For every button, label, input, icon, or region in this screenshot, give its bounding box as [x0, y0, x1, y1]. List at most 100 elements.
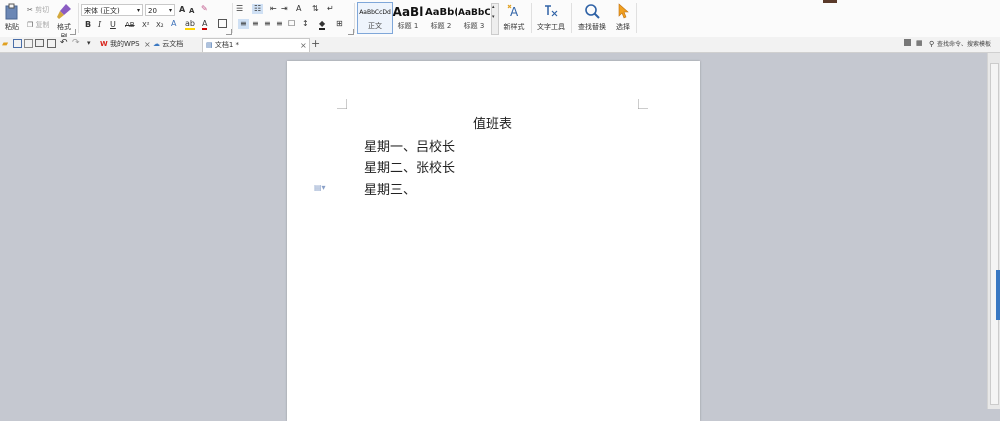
copy-button[interactable]: ❐ 复制	[27, 20, 50, 30]
tab-my-wps[interactable]: W 我的WPS ×	[97, 38, 152, 51]
open-folder-icon[interactable]: ▰	[2, 39, 11, 48]
align-center-button[interactable]: ≡	[252, 19, 259, 29]
style-sample: AaBl	[392, 5, 424, 19]
justify-button[interactable]: ≡	[276, 19, 283, 29]
text-tools-label: 文字工具	[537, 23, 565, 31]
bullet-list-icon: ☰	[236, 4, 244, 13]
add-tab-button[interactable]: +	[311, 37, 320, 51]
document-line[interactable]: 星期一、吕校长	[364, 136, 455, 155]
align-left-button[interactable]: ≡	[238, 19, 249, 29]
style-name: 标题 1	[397, 22, 419, 30]
show-marks-button[interactable]: ↵	[327, 4, 334, 14]
clear-format-button[interactable]: ✎	[201, 4, 208, 14]
save-icon[interactable]	[13, 39, 22, 48]
decrease-indent-button[interactable]: ⇤	[270, 4, 277, 14]
eraser-icon: ✎	[201, 4, 208, 13]
tab-document1[interactable]: ▤ 文档1 * ×	[202, 38, 310, 52]
find-replace-label: 查找替换	[578, 23, 606, 31]
text-effect-button[interactable]: A	[171, 19, 176, 29]
align-left-icon: ≡	[240, 19, 247, 28]
document-tab-bar: ▰ ↶ ↷ ▾ W 我的WPS × ☁ 云文档 × ▤ 文档1 * × + ▦ …	[0, 37, 1000, 53]
increase-indent-icon: ⇥	[281, 4, 288, 13]
shading-button[interactable]: ◆	[319, 19, 326, 30]
document-page[interactable]: 值班表 星期一、吕校长 星期二、张校长 星期三、 ▤▾	[287, 61, 700, 421]
style-name: 标题 3	[463, 22, 485, 30]
style-name: 正文	[368, 22, 382, 30]
side-panel-toggle[interactable]	[996, 270, 1000, 320]
font-name-value: 宋体 (正文)	[84, 7, 120, 15]
document-line[interactable]: 星期二、张校长	[364, 157, 455, 176]
paragraph-handle-icon[interactable]: ▤▾	[314, 183, 326, 192]
document-line[interactable]: 星期三、	[364, 179, 416, 198]
borders-button[interactable]: ⊞	[336, 19, 343, 29]
bullet-list-button[interactable]: ☰	[236, 4, 243, 14]
subscript-button[interactable]: X₂	[156, 20, 164, 30]
distribute-button[interactable]: ☐	[288, 19, 295, 29]
font-name-select[interactable]: 宋体 (正文) ▾	[81, 4, 143, 16]
italic-button[interactable]: I	[98, 20, 101, 30]
increase-indent-button[interactable]: ⇥	[281, 4, 288, 14]
style-heading-1[interactable]: AaBl 标题 1	[392, 2, 424, 32]
close-icon[interactable]: ×	[300, 39, 307, 52]
line-spacing-button[interactable]: ↕	[302, 19, 309, 29]
svg-text:A: A	[510, 5, 519, 19]
decrease-indent-icon: ⇤	[270, 4, 277, 13]
feedback-icon[interactable]	[904, 39, 911, 46]
strikethrough-button[interactable]: AB	[125, 20, 135, 30]
style-heading-3[interactable]: AaBbC 标题 3	[458, 2, 490, 32]
tab-cloud-docs[interactable]: ☁ 云文档 ×	[152, 38, 229, 51]
text-tools-button[interactable]: 文字工具	[534, 3, 568, 32]
close-icon[interactable]: ×	[144, 38, 151, 51]
align-right-button[interactable]: ≡	[264, 19, 271, 29]
highlighter-icon: ab	[185, 19, 195, 30]
print-preview-icon[interactable]	[47, 39, 56, 48]
text-effect-icon: A	[171, 19, 177, 28]
print-icon[interactable]	[35, 39, 44, 47]
quick-access-menu-icon[interactable]: ▾	[87, 39, 96, 48]
magnifier-icon	[585, 4, 600, 19]
separator	[531, 3, 532, 33]
command-search-box[interactable]: ⚲ 查找命令、搜索模板	[929, 39, 1000, 50]
shading-icon: ◆	[319, 19, 326, 30]
font-color-button[interactable]: A	[202, 19, 208, 30]
char-border-icon	[218, 19, 227, 28]
bold-button[interactable]: B	[85, 20, 91, 30]
command-search-placeholder: 查找命令、搜索模板	[937, 41, 992, 48]
document-title[interactable]: 值班表	[473, 113, 512, 132]
chinese-layout-button[interactable]: A	[296, 4, 301, 14]
chevron-down-icon: ▾	[136, 7, 140, 14]
redo-icon[interactable]: ↷	[72, 39, 81, 48]
superscript-button[interactable]: X²	[142, 20, 150, 30]
skin-icon[interactable]: ▦	[916, 39, 923, 48]
vertical-scrollbar[interactable]	[987, 53, 1000, 409]
cut-button[interactable]: ✂ 剪切	[27, 5, 49, 15]
sort-button[interactable]: ⇅	[312, 4, 319, 14]
paste-button[interactable]: 粘贴	[3, 3, 21, 32]
copy-label: 复制	[35, 21, 50, 29]
find-replace-button[interactable]: 查找替换	[574, 3, 610, 32]
top-right-avatar	[823, 0, 837, 3]
highlight-button[interactable]: ab	[185, 19, 195, 30]
style-sample: AaBb(	[425, 7, 457, 18]
shrink-font-button[interactable]: A	[189, 6, 194, 16]
styles-scroll[interactable]: ▴ ▾	[491, 3, 499, 35]
distribute-icon: ☐	[288, 19, 296, 28]
underline-button[interactable]: U	[110, 20, 116, 30]
align-center-icon: ≡	[252, 19, 259, 28]
clipboard-dialog-launcher[interactable]	[70, 29, 76, 35]
font-size-select[interactable]: 20 ▾	[145, 4, 175, 16]
document-workspace: 值班表 星期一、吕校长 星期二、张校长 星期三、 ▤▾	[0, 53, 1000, 421]
style-heading-2[interactable]: AaBb( 标题 2	[425, 2, 457, 32]
wps-logo-icon: W	[100, 40, 108, 48]
select-button[interactable]: 选择	[612, 3, 634, 32]
numbered-list-button[interactable]: ☷	[252, 4, 264, 14]
scrollbar-thumb[interactable]	[990, 63, 999, 405]
tab-label: 文档1 *	[214, 41, 240, 49]
new-style-button[interactable]: A 新样式	[500, 3, 528, 32]
style-normal[interactable]: AaBbCcDd 正文	[357, 2, 393, 34]
style-sample: AaBbC	[458, 8, 490, 18]
align-right-icon: ≡	[264, 19, 271, 28]
undo-icon[interactable]: ↶	[60, 39, 69, 48]
export-pdf-icon[interactable]	[24, 39, 33, 48]
grow-font-button[interactable]: A	[179, 5, 185, 15]
